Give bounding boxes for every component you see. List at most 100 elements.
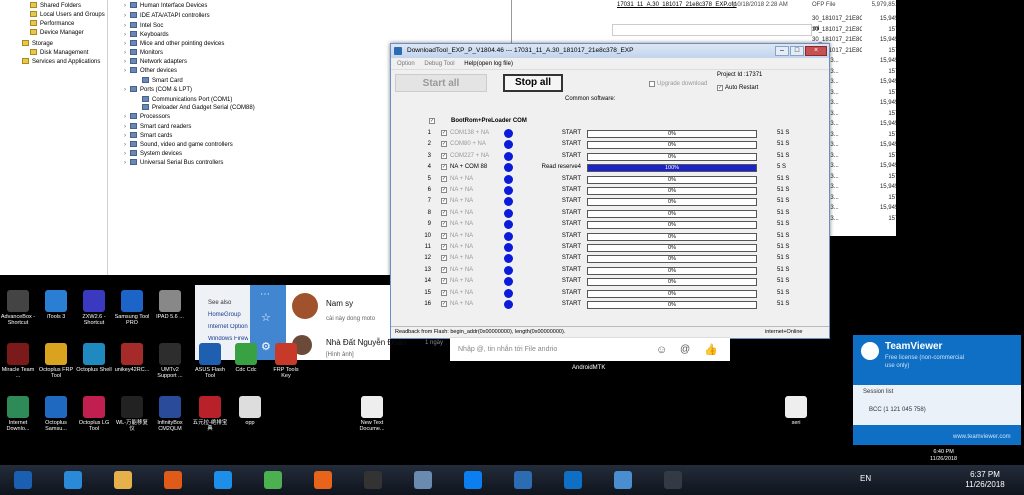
- taskbar-chrome-button[interactable]: [254, 467, 292, 493]
- device-tree-item[interactable]: › Mice and other pointing devices: [124, 40, 224, 49]
- port-checkbox[interactable]: ✓: [441, 301, 447, 307]
- taskbar-folder-button[interactable]: [104, 467, 142, 493]
- port-checkbox[interactable]: ✓: [441, 209, 447, 216]
- taskbar-ie-button[interactable]: [54, 467, 92, 493]
- left-nav-item[interactable]: Performance: [30, 20, 74, 29]
- device-tree-item[interactable]: › IDE ATA/ATAPI controllers: [124, 12, 210, 21]
- contact1-name[interactable]: Nam sy: [326, 299, 353, 308]
- file-row[interactable]: 30_181017_21E8C3...157 KB: [812, 25, 908, 35]
- file-row[interactable]: 30_181017_21E8C3...15,945 KB: [812, 14, 908, 24]
- link-homegroup[interactable]: HomeGroup: [208, 312, 241, 318]
- taskbar-app-button[interactable]: [654, 467, 692, 493]
- desktop-icon[interactable]: 五元拉-绝排宝典: [192, 396, 228, 432]
- desktop-icon[interactable]: WL-万能移复仪: [114, 396, 150, 432]
- title-bar[interactable]: DownloadTool_EXP_P_V1804.46 --- 17031_11…: [391, 44, 829, 58]
- device-tree-item[interactable]: › System devices: [124, 150, 182, 159]
- thumbs-up-icon[interactable]: 👍: [704, 338, 718, 362]
- language-indicator[interactable]: EN: [860, 474, 871, 483]
- bootrom-checkbox[interactable]: ✓: [429, 118, 435, 124]
- device-tree-item[interactable]: › Sound, video and game controllers: [124, 141, 233, 150]
- device-tree-item[interactable]: › Network adapters: [124, 58, 187, 67]
- port-checkbox[interactable]: ✓: [441, 278, 447, 285]
- desktop-icon[interactable]: UMTv2 Support ...: [152, 343, 188, 379]
- port-checkbox[interactable]: ✓: [441, 175, 447, 182]
- port-checkbox[interactable]: ✓: [441, 221, 447, 228]
- menu-dots-icon[interactable]: ⋯: [260, 289, 270, 300]
- port-checkbox[interactable]: ✓: [441, 289, 447, 296]
- desktop-icon[interactable]: AdvanceBox - Shortcut: [0, 290, 36, 326]
- port-checkbox[interactable]: ✓: [441, 255, 447, 262]
- device-tree-item[interactable]: › Human Interface Devices: [124, 2, 207, 11]
- desktop-icon[interactable]: opp: [232, 396, 268, 426]
- device-tree-item[interactable]: Preloader And Gadget Serial (COM88): [136, 104, 255, 113]
- port-checkbox[interactable]: ✓: [441, 141, 447, 148]
- left-nav-item[interactable]: Disk Management: [30, 49, 88, 58]
- pane-divider[interactable]: [107, 0, 108, 275]
- port-checkbox[interactable]: ✓: [441, 130, 447, 136]
- desktop-icon[interactable]: Internet Downlo...: [0, 396, 36, 432]
- desktop-icon[interactable]: Miracle Team ...: [0, 343, 36, 379]
- close-button[interactable]: ×: [805, 46, 827, 56]
- teamviewer-url[interactable]: www.teamviewer.com: [953, 434, 1011, 440]
- desktop-icon[interactable]: ASUS Flash Tool: [192, 343, 228, 379]
- taskbar-zalo-button[interactable]: [454, 467, 492, 493]
- port-checkbox[interactable]: ✓: [441, 164, 447, 171]
- header-file-name[interactable]: 17031_11_A.30_181017_21e8c378_EXP.ofp: [617, 2, 737, 8]
- desktop-icon[interactable]: unikey42RC...: [114, 343, 150, 373]
- auto-restart-checkbox[interactable]: ✓: [717, 85, 723, 91]
- taskbar-media-button[interactable]: [154, 467, 192, 493]
- port-checkbox[interactable]: ✓: [441, 266, 447, 273]
- taskbar-network-button[interactable]: [404, 467, 442, 493]
- device-tree-item[interactable]: › Intel Soc: [124, 22, 163, 31]
- taskbar-start-button[interactable]: [4, 467, 42, 493]
- desktop-icon[interactable]: InfinityBox CM2QLM: [152, 396, 188, 432]
- taskbar-teamviewer-button[interactable]: [554, 467, 592, 493]
- link-internet-options[interactable]: Internet Options: [208, 324, 248, 330]
- left-nav-item[interactable]: Device Manager: [30, 29, 84, 38]
- upgrade-download-checkbox[interactable]: [649, 81, 655, 87]
- desktop-icon[interactable]: seri: [778, 396, 814, 426]
- device-tree-item[interactable]: › Ports (COM & LPT): [124, 86, 192, 95]
- left-nav-item[interactable]: Shared Folders: [30, 2, 81, 11]
- port-checkbox[interactable]: ✓: [441, 152, 447, 159]
- menu-option[interactable]: Option: [397, 61, 415, 67]
- emoji-icon[interactable]: ☺: [656, 338, 667, 362]
- star-icon[interactable]: ☆: [261, 311, 271, 324]
- taskbar-firefox-button[interactable]: [304, 467, 342, 493]
- start-all-button[interactable]: Start all: [395, 74, 487, 92]
- left-nav-item[interactable]: Local Users and Groups: [30, 11, 105, 20]
- left-nav-item[interactable]: Services and Applications: [22, 58, 100, 67]
- stop-all-button[interactable]: Stop all: [503, 74, 563, 92]
- port-checkbox[interactable]: ✓: [441, 232, 447, 239]
- desktop-icon[interactable]: iTools 3: [38, 290, 74, 320]
- link-windows-firewall[interactable]: Windows Firew...: [208, 336, 248, 342]
- device-tree-item[interactable]: › Keyboards: [124, 31, 169, 40]
- desktop-icon[interactable]: Octoplus Samsu...: [38, 396, 74, 432]
- taskbar-window-button[interactable]: [604, 467, 642, 493]
- port-checkbox[interactable]: ✓: [441, 244, 447, 250]
- system-clock[interactable]: 6:37 PM 11/26/2018: [955, 470, 1015, 490]
- desktop-icon[interactable]: FRP Tools Key: [268, 343, 304, 379]
- port-checkbox[interactable]: ✓: [441, 198, 447, 205]
- contact2-name[interactable]: Nhà Đất Nguyễn Đoàn: [326, 338, 407, 347]
- desktop-icon[interactable]: New Text Docume...: [354, 396, 390, 432]
- desktop-icon[interactable]: Cdc Cdc: [228, 343, 264, 373]
- device-tree-item[interactable]: › Monitors: [124, 49, 163, 58]
- device-tree-item[interactable]: › Smart cards: [124, 132, 172, 141]
- desktop-icon[interactable]: Octoplus LG Tool: [76, 396, 112, 432]
- desktop-icon[interactable]: ZXW2.6 - Shortcut: [76, 290, 112, 326]
- menu-debug-tool[interactable]: Debug Tool: [424, 61, 454, 67]
- desktop-icon[interactable]: IPAD 5.6 ...: [152, 290, 188, 320]
- menu-help[interactable]: Help(open log file): [464, 61, 513, 67]
- desktop-icon[interactable]: Octoplus Shell: [76, 343, 112, 373]
- desktop-icon[interactable]: Samsung Tool PRO: [114, 290, 150, 326]
- avatar[interactable]: [292, 293, 318, 319]
- device-tree-item[interactable]: › Universal Serial Bus controllers: [124, 159, 223, 168]
- maximize-button[interactable]: □: [790, 46, 804, 56]
- chat-message-input[interactable]: Nhập @, tin nhắn tới File andrio ☺ @ 👍: [450, 337, 730, 361]
- mention-icon[interactable]: @: [680, 338, 690, 362]
- explorer-address-bar[interactable]: ml: [612, 24, 819, 36]
- taskbar-downloadtool-button[interactable]: [504, 467, 542, 493]
- port-checkbox[interactable]: ✓: [441, 187, 447, 193]
- device-tree-item[interactable]: › Processors: [124, 113, 170, 122]
